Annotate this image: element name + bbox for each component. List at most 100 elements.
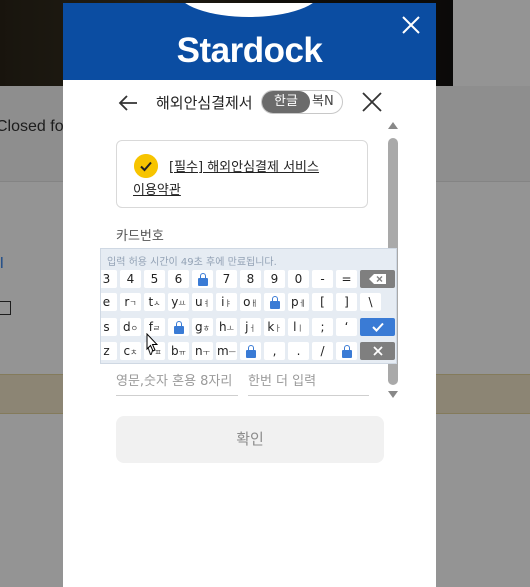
keypad-key[interactable]: . <box>288 342 309 360</box>
card-number-label: 카드번호 <box>116 229 164 244</box>
key-label: ; <box>320 320 325 334</box>
confirm-button[interactable]: 확인 <box>116 416 384 463</box>
lock-icon <box>269 296 280 309</box>
lang-english-label: N <box>323 94 334 109</box>
keypad-key[interactable]: gㅎ <box>192 318 213 336</box>
scroll-down-icon[interactable] <box>388 391 398 398</box>
keypad-key[interactable]: , <box>264 342 285 360</box>
clear-icon <box>372 346 383 356</box>
keypad-key[interactable]: z <box>101 342 117 360</box>
keypad-key[interactable]: 9 <box>264 270 285 288</box>
keypad-key[interactable]: s <box>101 318 117 336</box>
key-label: d <box>123 320 131 334</box>
keypad-lock-key[interactable] <box>192 270 213 288</box>
keypad-key[interactable]: bㅠ <box>168 342 189 360</box>
keypad-key[interactable]: 3 <box>101 270 117 288</box>
key-label: 3 <box>102 272 111 286</box>
back-arrow-icon[interactable] <box>117 92 139 114</box>
keypad-key[interactable]: hㅗ <box>216 318 237 336</box>
lang-english-option[interactable]: 복N <box>312 91 334 113</box>
keypad-lock-key[interactable] <box>168 318 189 336</box>
key-label: 8 <box>246 272 255 286</box>
keypad-key[interactable]: rㄱ <box>120 293 141 311</box>
key-label: . <box>296 344 301 358</box>
key-hangul-label: ㅅ <box>153 299 161 308</box>
page-title: 해외안심결제서 <box>156 94 253 112</box>
keypad-row-numbers: 3 4 5 6 7 8 9 0 - = <box>101 270 396 288</box>
secure-keypad: 입력 허용 시간이 49초 후에 만료됩니다. 3 4 5 6 7 8 9 0 - = e rㄱ tㅅ… <box>100 248 397 364</box>
backspace-icon <box>368 274 386 284</box>
keypad-clear-key[interactable] <box>360 342 395 360</box>
keypad-lock-key[interactable] <box>264 293 285 311</box>
key-label: 7 <box>222 272 231 286</box>
keypad-key[interactable]: = <box>336 270 357 288</box>
keypad-key[interactable]: ‘ <box>336 318 357 336</box>
key-label: n <box>195 344 203 358</box>
close-icon[interactable] <box>361 91 383 113</box>
keypad-key[interactable]: 8 <box>240 270 261 288</box>
checkmark-icon[interactable] <box>134 154 158 178</box>
title-tail-text: 복 <box>312 94 324 109</box>
key-label: , <box>272 344 277 358</box>
close-icon[interactable] <box>400 14 422 36</box>
terms-agreement-box[interactable]: [필수] 해외안심결제 서비스 이용약관 <box>116 140 368 208</box>
keypad-key[interactable]: 7 <box>216 270 237 288</box>
keypad-key[interactable]: lㅣ <box>288 318 309 336</box>
key-label: / <box>320 344 325 358</box>
panel-title-row: 해외안심결제서 한글 복N <box>63 89 436 119</box>
key-hangul-label: ㅐ <box>250 299 258 308</box>
key-label: - <box>320 272 325 286</box>
key-hangul-label: ㅛ <box>178 299 186 308</box>
keypad-key[interactable]: uㅕ <box>192 293 213 311</box>
keypad-lock-key[interactable] <box>240 342 261 360</box>
keypad-key[interactable]: pㅔ <box>288 293 309 311</box>
keypad-key[interactable]: 6 <box>168 270 189 288</box>
scroll-up-icon[interactable] <box>388 122 398 129</box>
keypad-key[interactable]: ] <box>336 293 357 311</box>
lang-korean-option[interactable]: 한글 <box>262 91 310 113</box>
password-input[interactable]: 영문,숫자 혼용 8자리 <box>116 370 238 396</box>
key-hangul-label: ㅜ <box>202 348 210 357</box>
key-label: m <box>216 344 229 358</box>
key-hangul-label: ㅔ <box>298 299 306 308</box>
keypad-key[interactable]: ; <box>312 318 333 336</box>
keypad-key[interactable]: jㅓ <box>240 318 261 336</box>
terms-link-continued[interactable]: 이용약관 <box>133 179 181 198</box>
keypad-key[interactable]: e <box>101 293 117 311</box>
key-hangul-label: ㅎ <box>202 324 210 333</box>
keypad-key[interactable]: [ <box>312 293 333 311</box>
keypad-key[interactable]: / <box>312 342 333 360</box>
keypad-key[interactable]: - <box>312 270 333 288</box>
key-label: 9 <box>270 272 279 286</box>
keypad-key[interactable]: iㅑ <box>216 293 237 311</box>
keypad-key[interactable]: kㅏ <box>264 318 285 336</box>
keypad-key[interactable]: 5 <box>144 270 165 288</box>
keypad-key[interactable]: 0 <box>288 270 309 288</box>
keypad-key[interactable]: mㅡ <box>216 342 237 360</box>
language-toggle[interactable]: 한글 복N <box>261 90 343 114</box>
key-label: g <box>195 320 203 334</box>
key-hangul-label: ㅕ <box>202 299 210 308</box>
keypad-key[interactable]: dㅇ <box>120 318 141 336</box>
keypad-backspace-key[interactable] <box>360 270 395 288</box>
password-confirm-input[interactable]: 한번 더 입력 <box>248 370 369 396</box>
key-label: [ <box>320 295 325 309</box>
keypad-key[interactable]: tㅅ <box>144 293 165 311</box>
keypad-key[interactable]: cㅊ <box>120 342 141 360</box>
key-label: 6 <box>174 272 183 286</box>
key-hangul-label: ㄹ <box>152 324 161 333</box>
keypad-lock-key[interactable] <box>336 342 357 360</box>
key-hangul-label: ㅊ <box>130 348 138 357</box>
keypad-key[interactable]: yㅛ <box>168 293 189 311</box>
stardock-logo-icon <box>185 3 313 17</box>
keypad-key[interactable]: nㅜ <box>192 342 213 360</box>
terms-link[interactable]: [필수] 해외안심결제 서비스 <box>169 156 319 175</box>
key-label: ‘ <box>344 320 349 334</box>
key-hangul-label: ㅑ <box>224 299 232 308</box>
key-hangul-label: ㅡ <box>228 348 237 357</box>
keypad-key[interactable]: oㅐ <box>240 293 261 311</box>
keypad-key[interactable]: \ <box>360 293 381 311</box>
keypad-enter-key[interactable] <box>360 318 395 336</box>
key-label: ] <box>344 295 349 309</box>
keypad-key[interactable]: 4 <box>120 270 141 288</box>
